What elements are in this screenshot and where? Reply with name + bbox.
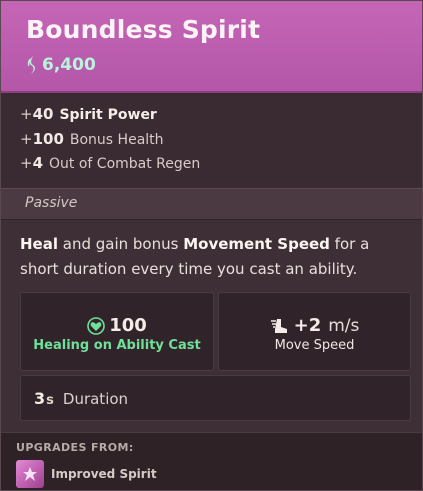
upgrades-section: UPGRADES FROM: Improved Spirit <box>1 432 422 490</box>
heal-value: 100 <box>109 315 147 336</box>
item-tooltip: Boundless Spirit 6,400 +40 Spirit Power … <box>0 0 423 491</box>
desc-keyword: Movement Speed <box>183 235 330 253</box>
speed-value: +2 <box>293 315 322 336</box>
stat-row: +100 Bonus Health <box>20 130 164 150</box>
duration-stat-box: 3 s Duration <box>20 375 411 421</box>
stat-sign: + <box>20 130 33 148</box>
stat-row: +40 Spirit Power <box>20 105 157 125</box>
passive-header: Passive <box>1 188 422 220</box>
duration-label: Duration <box>62 390 129 408</box>
stat-sign: + <box>20 154 33 172</box>
stat-value: 40 <box>32 105 54 123</box>
desc-text: and gain bonus <box>58 235 184 253</box>
passive-heading: Passive <box>25 195 78 211</box>
stat-label: Out of Combat Regen <box>49 156 201 172</box>
duration-value: 3 <box>34 389 46 408</box>
stat-row: +4 Out of Combat Regen <box>20 154 200 174</box>
passive-description: Heal and gain bonus Movement Speed for a… <box>20 232 410 282</box>
heal-label: Healing on Ability Cast <box>33 338 201 353</box>
stat-value: 4 <box>32 154 44 172</box>
stat-value: 100 <box>32 130 64 148</box>
passive-section: Heal and gain bonus Movement Speed for a… <box>1 220 422 432</box>
item-header: Boundless Spirit 6,400 <box>1 1 422 93</box>
duration-unit: s <box>46 393 54 408</box>
speed-stat-box: +2 m/s Move Speed <box>218 292 411 371</box>
winged-boot-icon <box>270 318 287 333</box>
upgrade-item[interactable]: Improved Spirit <box>16 460 157 488</box>
speed-label: Move Speed <box>274 338 355 353</box>
desc-keyword: Heal <box>20 235 58 253</box>
soul-currency-icon <box>27 56 36 74</box>
stat-label: Spirit Power <box>59 107 157 123</box>
price-value: 6,400 <box>42 55 96 75</box>
stat-label: Bonus Health <box>69 132 164 148</box>
stat-sign: + <box>20 105 33 123</box>
stat-list: +40 Spirit Power +100 Bonus Health +4 Ou… <box>1 93 422 188</box>
item-price: 6,400 <box>25 54 96 76</box>
upgrade-item-name: Improved Spirit <box>51 467 157 481</box>
heal-stat-box: 100 Healing on Ability Cast <box>20 292 214 371</box>
item-title: Boundless Spirit <box>26 15 261 44</box>
speed-unit: m/s <box>328 315 360 336</box>
upgrades-title: UPGRADES FROM: <box>16 441 134 454</box>
heart-icon <box>87 316 106 335</box>
spirit-icon <box>16 460 44 488</box>
